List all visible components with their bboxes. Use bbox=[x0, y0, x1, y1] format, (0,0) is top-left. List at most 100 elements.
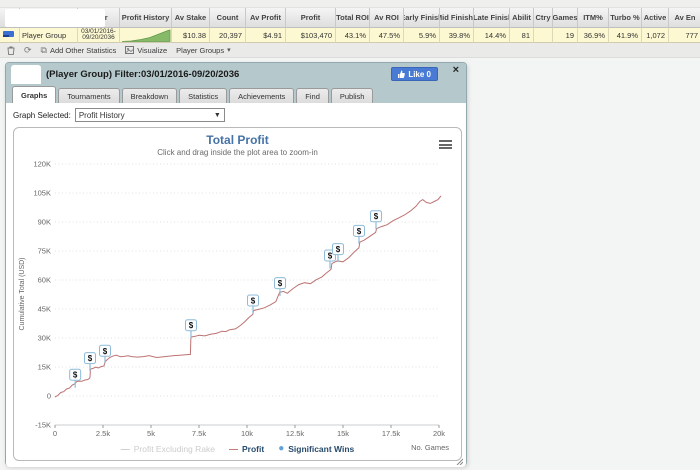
svg-text:$: $ bbox=[73, 371, 78, 380]
chart-plot-area[interactable]: -15K015K30K45K60K75K90K105K120K0 2.5k 5k 7.… bbox=[14, 128, 463, 439]
header-mid-finish[interactable]: Mid Finishe bbox=[440, 8, 474, 28]
profit-value: $103,470 bbox=[286, 28, 336, 43]
redacted-player-name bbox=[11, 65, 41, 84]
chevron-down-icon: ▼ bbox=[213, 111, 221, 119]
profit-history-sparkline-cell bbox=[120, 28, 172, 43]
close-icon[interactable]: × bbox=[453, 64, 459, 76]
header-profit-history[interactable]: Profit History bbox=[120, 8, 172, 28]
add-other-statistics-button[interactable]: ⧉ Add Other Statistics bbox=[40, 44, 117, 55]
sparkline-icon bbox=[121, 28, 170, 42]
dialog-titlebar[interactable]: (Player Group) Filter:03/01/2016-09/20/2… bbox=[6, 63, 466, 85]
legend-profit[interactable]: — Profit bbox=[229, 444, 264, 454]
legend-dash-icon: — bbox=[228, 443, 238, 454]
chart-legend: — Profit Excluding Rake — Profit ● Signi… bbox=[14, 443, 461, 454]
svg-text:7.5k: 7.5k bbox=[192, 429, 206, 438]
itm-value: 36.9% bbox=[578, 28, 609, 43]
svg-text:20k: 20k bbox=[433, 429, 445, 438]
tab-achievements[interactable]: Achievements bbox=[229, 88, 295, 103]
svg-text:15k: 15k bbox=[337, 429, 349, 438]
av-en-value: 777 bbox=[669, 28, 700, 43]
resize-grip[interactable] bbox=[455, 457, 463, 465]
active-value: 1,072 bbox=[642, 28, 669, 43]
delete-button[interactable] bbox=[7, 46, 15, 55]
svg-text:$: $ bbox=[336, 245, 341, 254]
dialog-title: (Player Group) Filter:03/01/2016-09/20/2… bbox=[46, 68, 240, 80]
svg-text:12.5k: 12.5k bbox=[286, 429, 305, 438]
player-group-name: Player Group bbox=[20, 28, 78, 43]
svg-text:$: $ bbox=[251, 296, 256, 305]
significant-win-marker[interactable]: $ bbox=[246, 294, 259, 314]
ability-value: 81 bbox=[510, 28, 534, 43]
significant-win-marker[interactable]: $ bbox=[273, 277, 286, 297]
svg-text:$: $ bbox=[103, 347, 108, 356]
dialog-body: Graph Selected: Profit History ▼ -15K 0 15… bbox=[6, 103, 466, 467]
add-statistics-icon: ⧉ bbox=[40, 44, 47, 55]
svg-text:$: $ bbox=[374, 212, 379, 221]
player-group-row[interactable]: Player Group 03/01/2016- 09/20/2036 $10.3… bbox=[0, 28, 700, 43]
svg-text:-15K: -15K bbox=[35, 421, 51, 430]
tab-graphs[interactable]: Graphs bbox=[12, 86, 57, 103]
chart-title: Total Profit bbox=[206, 133, 269, 147]
header-av-en[interactable]: Av En bbox=[669, 8, 700, 28]
header-av-stake[interactable]: Av Stake bbox=[172, 8, 210, 28]
table-header-row: Filter Profit History Av Stake Count Av … bbox=[0, 8, 700, 28]
svg-text:30K: 30K bbox=[38, 334, 51, 343]
svg-text:90K: 90K bbox=[38, 218, 51, 227]
svg-text:45K: 45K bbox=[38, 305, 51, 314]
significant-win-marker[interactable]: $ bbox=[184, 319, 197, 339]
header-count[interactable]: Count bbox=[210, 8, 246, 28]
svg-text:120K: 120K bbox=[33, 160, 51, 169]
legend-profit-excluding-rake[interactable]: — Profit Excluding Rake bbox=[121, 444, 215, 454]
svg-text:60K: 60K bbox=[38, 276, 51, 285]
header-total-roi[interactable]: Total ROI bbox=[336, 8, 370, 28]
tab-statistics[interactable]: Statistics bbox=[179, 88, 228, 103]
chart-subtitle: Click and drag inside the plot area to z… bbox=[157, 148, 318, 157]
header-profit[interactable]: Profit bbox=[286, 8, 336, 28]
av-stake-value: $10.38 bbox=[172, 28, 210, 43]
header-active[interactable]: Active bbox=[642, 8, 669, 28]
significant-win-marker[interactable]: $ bbox=[369, 210, 382, 230]
tab-publish[interactable]: Publish bbox=[330, 88, 374, 103]
header-av-roi[interactable]: Av ROI bbox=[370, 8, 404, 28]
games-value: 19 bbox=[553, 28, 578, 43]
significant-win-marker[interactable]: $ bbox=[69, 368, 82, 388]
legend-dot-icon: ● bbox=[278, 443, 285, 454]
tab-find[interactable]: Find bbox=[296, 88, 329, 103]
trash-icon bbox=[7, 46, 15, 55]
graph-selected-dropdown[interactable]: Profit History ▼ bbox=[74, 108, 225, 122]
header-turbo[interactable]: Turbo % bbox=[609, 8, 642, 28]
header-ability[interactable]: Abilit bbox=[510, 8, 534, 28]
thumbs-up-icon bbox=[398, 70, 406, 78]
header-early-finish[interactable]: Early Finish bbox=[404, 8, 440, 28]
profit-chart[interactable]: -15K 0 15K 30K 45K 60K 75K 90K 105K 120K 0 2.5k 5k 7.… bbox=[13, 127, 462, 461]
graph-selected-label: Graph Selected: bbox=[13, 110, 71, 120]
tab-breakdown[interactable]: Breakdown bbox=[121, 88, 178, 103]
header-late-finish[interactable]: Late Finisl bbox=[474, 8, 510, 28]
av-profit-value: $4.91 bbox=[246, 28, 286, 43]
early-finish-value: 5.9% bbox=[404, 28, 440, 43]
x-axis-label: No. Games bbox=[411, 443, 449, 452]
facebook-like-button[interactable]: Like 0 bbox=[391, 67, 438, 81]
ctry-value bbox=[534, 28, 553, 43]
header-itm[interactable]: ITM% bbox=[578, 8, 609, 28]
av-roi-value: 47.5% bbox=[370, 28, 404, 43]
header-games[interactable]: Games bbox=[553, 8, 578, 28]
tab-tournaments[interactable]: Tournaments bbox=[58, 88, 120, 103]
header-ctry[interactable]: Ctry bbox=[534, 8, 553, 28]
header-av-profit[interactable]: Av Profit bbox=[246, 8, 286, 28]
visualize-button[interactable]: Visualize bbox=[125, 46, 167, 55]
chart-menu-icon[interactable] bbox=[439, 140, 452, 149]
player-groups-menu[interactable]: Player Groups ▾ bbox=[176, 46, 230, 55]
total-roi-value: 43.1% bbox=[336, 28, 370, 43]
significant-win-marker[interactable]: $ bbox=[98, 344, 111, 364]
legend-significant-wins[interactable]: ● Significant Wins bbox=[278, 443, 354, 454]
caret-down-icon: ▾ bbox=[227, 47, 231, 54]
svg-text:105K: 105K bbox=[33, 189, 51, 198]
player-group-dialog: (Player Group) Filter:03/01/2016-09/20/2… bbox=[5, 62, 467, 467]
svg-text:5k: 5k bbox=[147, 429, 155, 438]
late-finish-value: 14.4% bbox=[474, 28, 510, 43]
svg-text:Cumulative Total (USD): Cumulative Total (USD) bbox=[19, 257, 26, 330]
svg-text:0: 0 bbox=[47, 392, 51, 401]
refresh-button[interactable]: ⟳ bbox=[24, 45, 32, 55]
svg-text:10k: 10k bbox=[241, 429, 253, 438]
